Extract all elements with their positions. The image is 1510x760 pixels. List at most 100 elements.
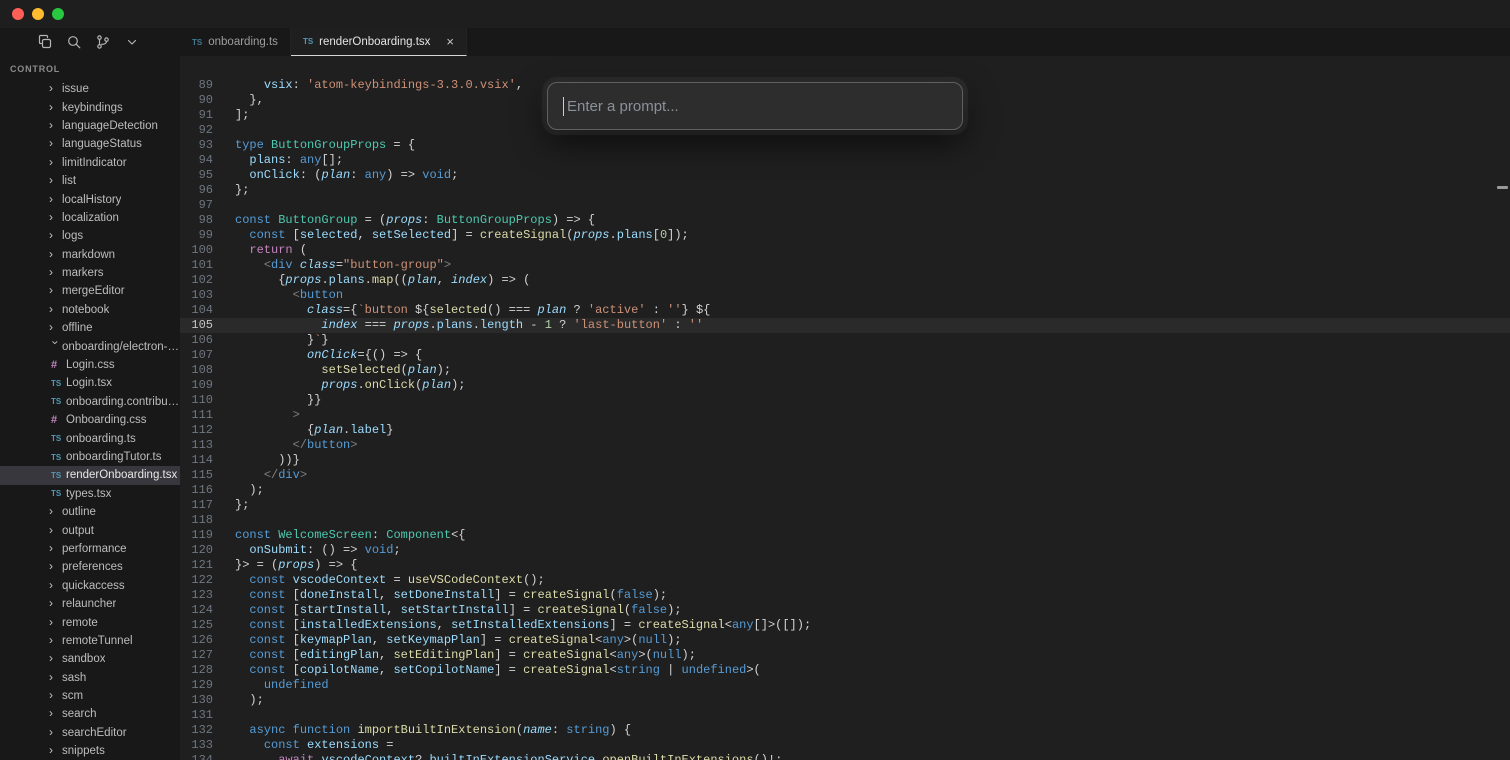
code-line-122[interactable]: 122 const vscodeContext = useVSCodeConte…	[180, 573, 1510, 588]
tab-renderonboarding-tsx[interactable]: TS renderOnboarding.tsx ×	[291, 28, 467, 56]
tree-folder-preferences[interactable]: ›preferences	[0, 558, 180, 576]
close-window-button[interactable]	[12, 8, 24, 20]
code-line-111[interactable]: 111 >	[180, 408, 1510, 423]
code-line-118[interactable]: 118	[180, 513, 1510, 528]
code-line-101[interactable]: 101 <div class="button-group">	[180, 258, 1510, 273]
code-line-114[interactable]: 114 ))}	[180, 453, 1510, 468]
tree-folder-scm[interactable]: ›scm	[0, 687, 180, 705]
tree-folder-quickaccess[interactable]: ›quickaccess	[0, 577, 180, 595]
code-line-117[interactable]: 117};	[180, 498, 1510, 513]
tree-file-onboardingtutor-ts[interactable]: TSonboardingTutor.ts	[0, 448, 180, 466]
code-line-96[interactable]: 96};	[180, 183, 1510, 198]
code-line-134[interactable]: 134 await vscodeContext?.builtInExtensio…	[180, 753, 1510, 760]
tree-file-types-tsx[interactable]: TStypes.tsx	[0, 485, 180, 503]
tree-folder-notebook[interactable]: ›notebook	[0, 301, 180, 319]
tree-folder-markdown[interactable]: ›markdown	[0, 246, 180, 264]
tree-folder-languagedetection[interactable]: ›languageDetection	[0, 117, 180, 135]
code-line-113[interactable]: 113 </button>	[180, 438, 1510, 453]
tree-folder-mergeeditor[interactable]: ›mergeEditor	[0, 282, 180, 300]
chevron-down-icon[interactable]	[123, 33, 141, 51]
line-number: 128	[180, 663, 213, 678]
code-line-94[interactable]: 94 plans: any[];	[180, 153, 1510, 168]
code-text: const [installedExtensions, setInstalled…	[235, 618, 811, 633]
code-line-108[interactable]: 108 setSelected(plan);	[180, 363, 1510, 378]
sidebar-toolbar	[0, 28, 180, 56]
code-line-127[interactable]: 127 const [editingPlan, setEditingPlan] …	[180, 648, 1510, 663]
prompt-input[interactable]: Enter a prompt...	[547, 82, 963, 130]
code-line-104[interactable]: 104 class={`button ${selected() === plan…	[180, 303, 1510, 318]
code-editor[interactable]: 89 vsix: 'atom-keybindings-3.3.0.vsix',9…	[180, 56, 1510, 760]
css-file-icon: #	[51, 414, 66, 426]
code-line-106[interactable]: 106 }`}	[180, 333, 1510, 348]
code-line-125[interactable]: 125 const [installedExtensions, setInsta…	[180, 618, 1510, 633]
tree-item-label: localHistory	[62, 194, 121, 206]
code-line-97[interactable]: 97	[180, 198, 1510, 213]
tree-folder-onboarding-electron-[interactable]: ›onboarding/electron-…	[0, 337, 180, 355]
close-tab-icon[interactable]: ×	[446, 35, 454, 48]
tree-folder-snippets[interactable]: ›snippets	[0, 742, 180, 760]
code-line-99[interactable]: 99 const [selected, setSelected] = creat…	[180, 228, 1510, 243]
code-line-103[interactable]: 103 <button	[180, 288, 1510, 303]
minimize-window-button[interactable]	[32, 8, 44, 20]
tree-folder-relauncher[interactable]: ›relauncher	[0, 595, 180, 613]
code-line-98[interactable]: 98const ButtonGroup = (props: ButtonGrou…	[180, 213, 1510, 228]
tree-folder-keybindings[interactable]: ›keybindings	[0, 98, 180, 116]
code-line-126[interactable]: 126 const [keymapPlan, setKeymapPlan] = …	[180, 633, 1510, 648]
code-line-123[interactable]: 123 const [doneInstall, setDoneInstall] …	[180, 588, 1510, 603]
code-line-112[interactable]: 112 {plan.label}	[180, 423, 1510, 438]
tab-onboarding-ts[interactable]: TS onboarding.ts	[180, 28, 291, 56]
code-line-132[interactable]: 132 async function importBuiltInExtensio…	[180, 723, 1510, 738]
code-line-130[interactable]: 130 );	[180, 693, 1510, 708]
code-text: props.onClick(plan);	[235, 378, 465, 393]
search-icon[interactable]	[65, 33, 83, 51]
code-line-119[interactable]: 119const WelcomeScreen: Component<{	[180, 528, 1510, 543]
tree-folder-searcheditor[interactable]: ›searchEditor	[0, 724, 180, 742]
tree-file-onboarding-contribu-[interactable]: TSonboarding.contribu…	[0, 393, 180, 411]
tree-file-login-tsx[interactable]: TSLogin.tsx	[0, 374, 180, 392]
code-line-131[interactable]: 131	[180, 708, 1510, 723]
tree-folder-remotetunnel[interactable]: ›remoteTunnel	[0, 632, 180, 650]
tree-folder-markers[interactable]: ›markers	[0, 264, 180, 282]
tree-folder-remote[interactable]: ›remote	[0, 613, 180, 631]
tree-file-onboarding-css[interactable]: #Onboarding.css	[0, 411, 180, 429]
code-line-121[interactable]: 121}> = (props) => {	[180, 558, 1510, 573]
tree-folder-logs[interactable]: ›logs	[0, 227, 180, 245]
code-line-120[interactable]: 120 onSubmit: () => void;	[180, 543, 1510, 558]
tree-folder-outline[interactable]: ›outline	[0, 503, 180, 521]
code-line-93[interactable]: 93type ButtonGroupProps = {	[180, 138, 1510, 153]
tree-folder-issue[interactable]: ›issue	[0, 80, 180, 98]
tree-folder-search[interactable]: ›search	[0, 705, 180, 723]
copy-icon[interactable]	[36, 33, 54, 51]
line-number: 93	[180, 138, 213, 153]
code-text: }`}	[235, 333, 329, 348]
line-number: 117	[180, 498, 213, 513]
tree-file-renderonboarding-tsx[interactable]: TSrenderOnboarding.tsx	[0, 466, 180, 484]
tree-folder-output[interactable]: ›output	[0, 521, 180, 539]
tree-folder-list[interactable]: ›list	[0, 172, 180, 190]
tree-file-login-css[interactable]: #Login.css	[0, 356, 180, 374]
source-control-icon[interactable]	[94, 33, 112, 51]
tree-folder-localhistory[interactable]: ›localHistory	[0, 190, 180, 208]
tree-folder-localization[interactable]: ›localization	[0, 209, 180, 227]
code-line-102[interactable]: 102 {props.plans.map((plan, index) => (	[180, 273, 1510, 288]
code-line-100[interactable]: 100 return (	[180, 243, 1510, 258]
code-line-95[interactable]: 95 onClick: (plan: any) => void;	[180, 168, 1510, 183]
code-line-115[interactable]: 115 </div>	[180, 468, 1510, 483]
code-line-124[interactable]: 124 const [startInstall, setStartInstall…	[180, 603, 1510, 618]
tree-folder-sash[interactable]: ›sash	[0, 669, 180, 687]
code-line-128[interactable]: 128 const [copilotName, setCopilotName] …	[180, 663, 1510, 678]
tree-folder-languagestatus[interactable]: ›languageStatus	[0, 135, 180, 153]
zoom-window-button[interactable]	[52, 8, 64, 20]
tree-file-onboarding-ts[interactable]: TSonboarding.ts	[0, 429, 180, 447]
tree-folder-performance[interactable]: ›performance	[0, 540, 180, 558]
code-line-133[interactable]: 133 const extensions =	[180, 738, 1510, 753]
tree-folder-sandbox[interactable]: ›sandbox	[0, 650, 180, 668]
tree-folder-limitindicator[interactable]: ›limitIndicator	[0, 154, 180, 172]
code-line-129[interactable]: 129 undefined	[180, 678, 1510, 693]
code-line-110[interactable]: 110 }}	[180, 393, 1510, 408]
tree-folder-offline[interactable]: ›offline	[0, 319, 180, 337]
code-line-109[interactable]: 109 props.onClick(plan);	[180, 378, 1510, 393]
code-line-116[interactable]: 116 );	[180, 483, 1510, 498]
code-line-105[interactable]: 105 index === props.plans.length - 1 ? '…	[180, 318, 1510, 333]
code-line-107[interactable]: 107 onClick={() => {	[180, 348, 1510, 363]
